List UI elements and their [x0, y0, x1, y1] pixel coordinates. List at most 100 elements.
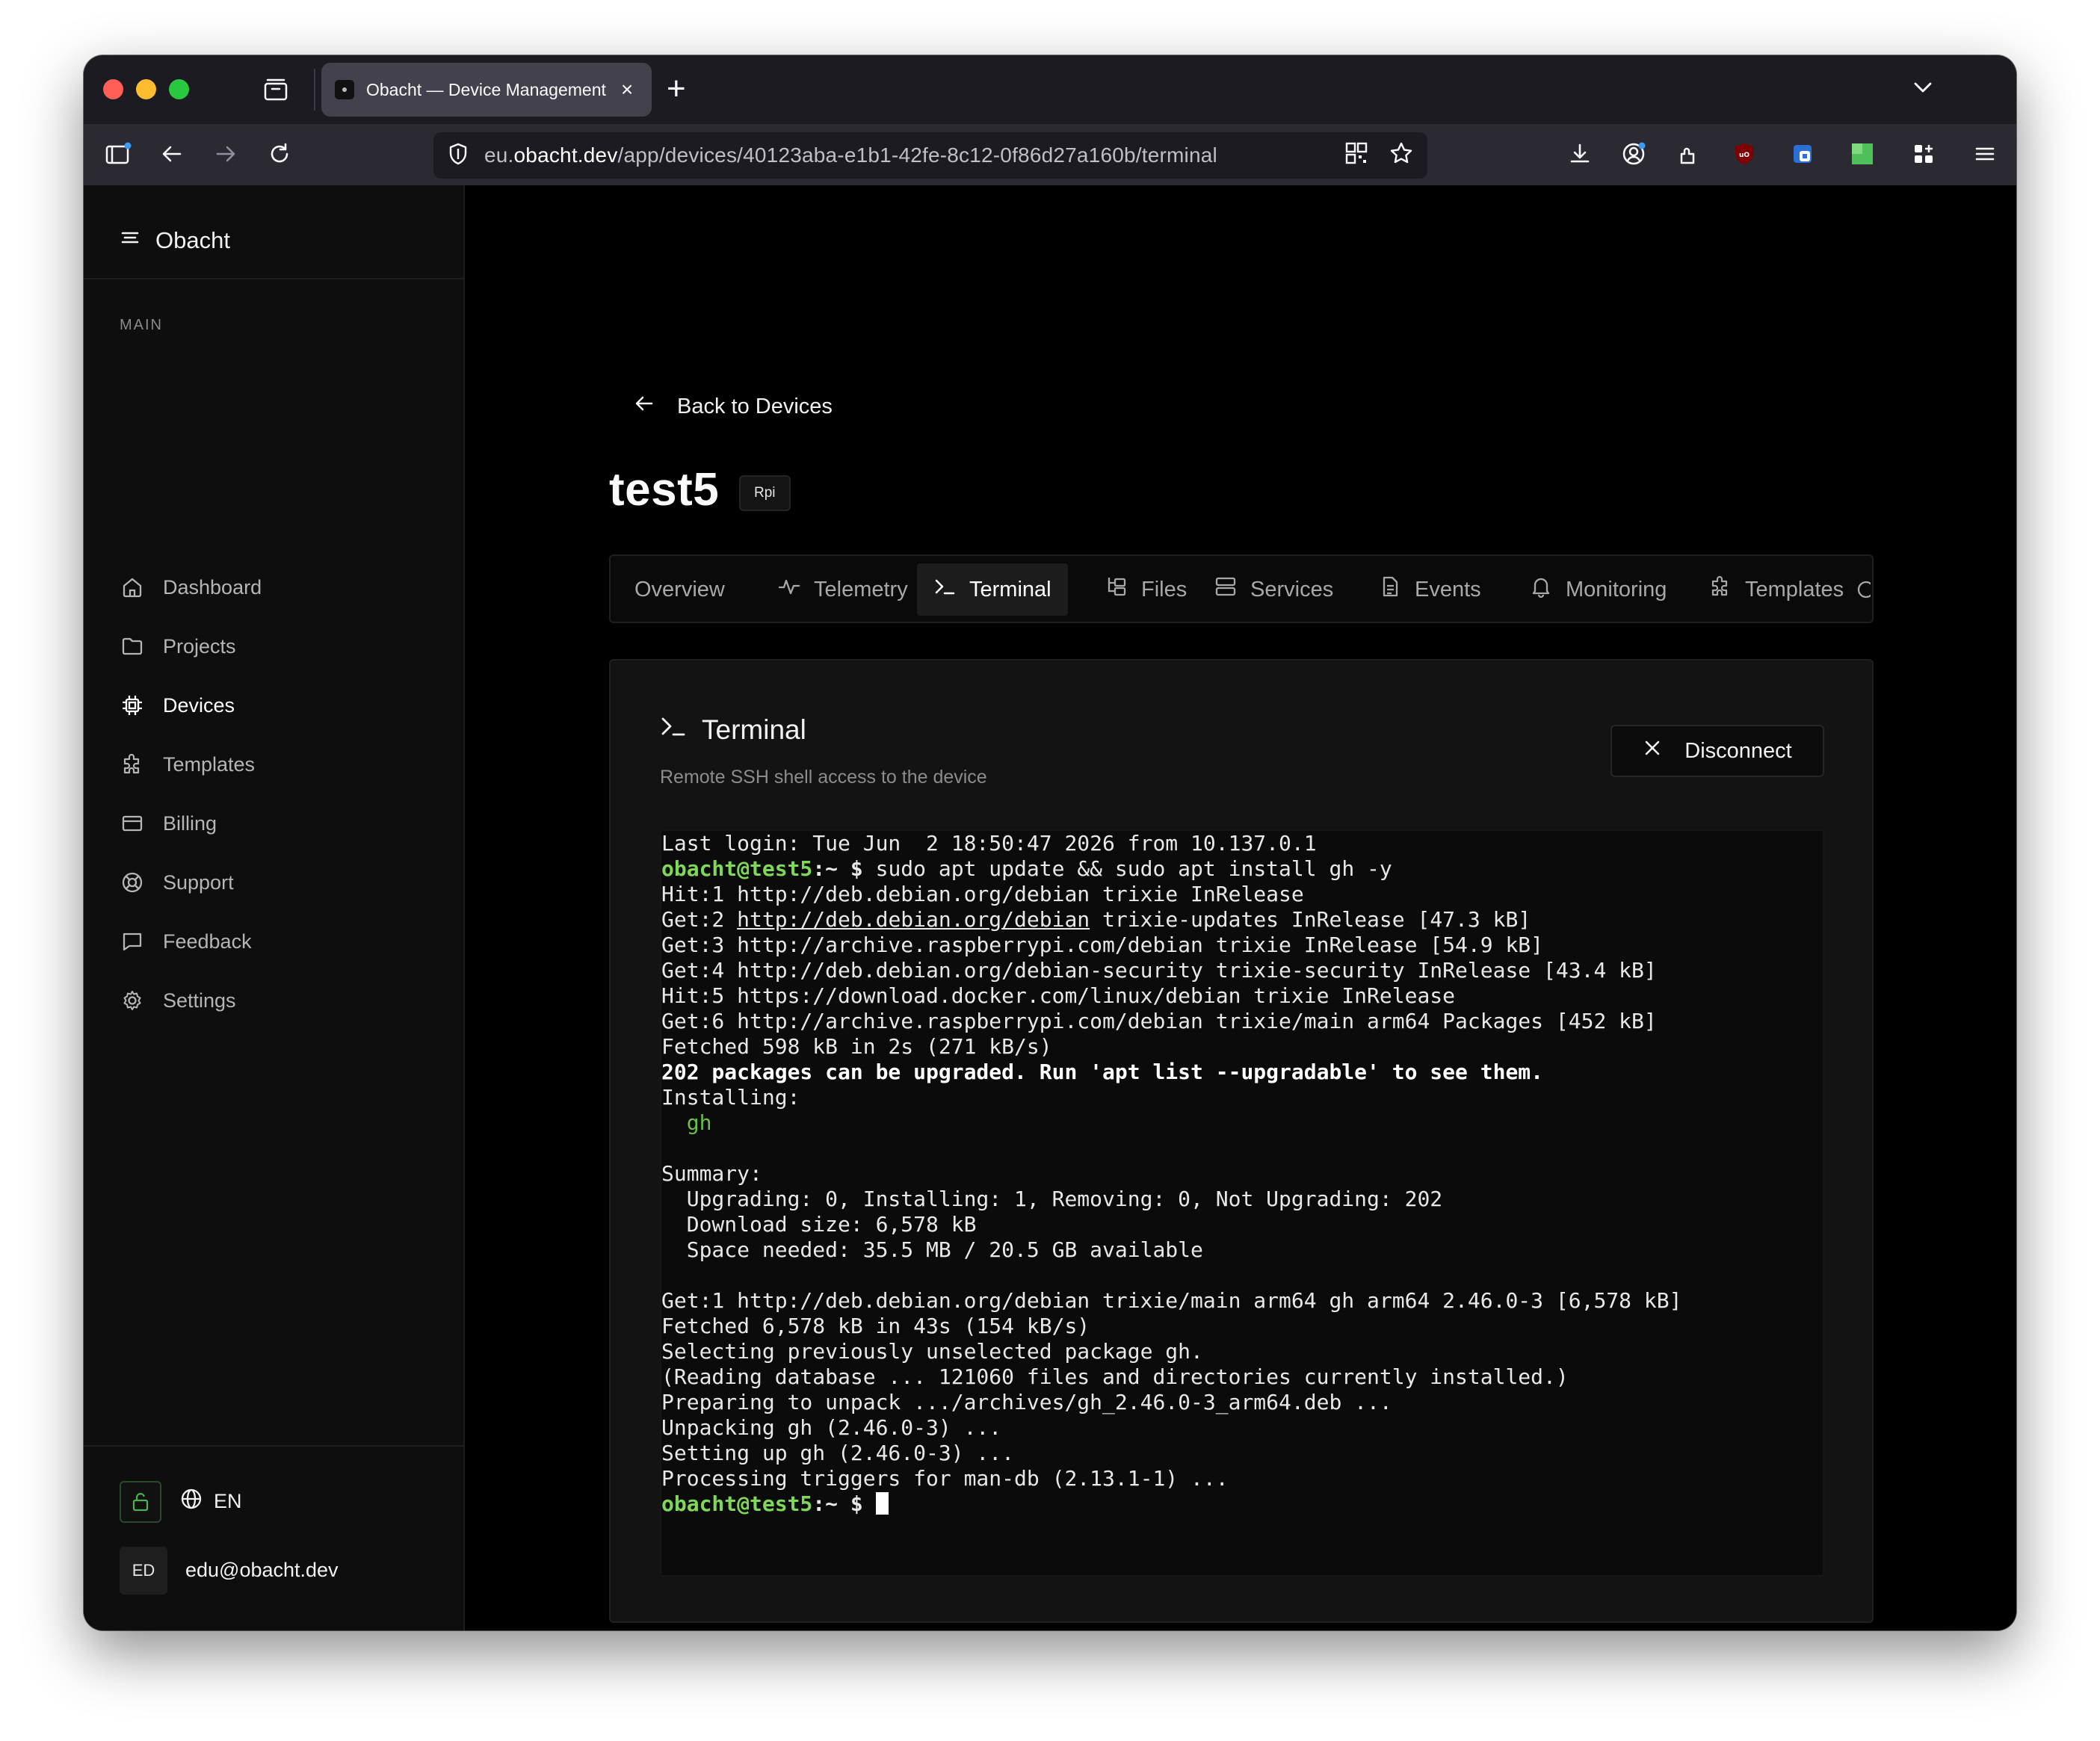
folder-tree-icon — [1105, 575, 1128, 604]
apps-grid-icon[interactable] — [1909, 139, 1939, 169]
close-tab-icon[interactable]: × — [616, 78, 638, 102]
extensions-icon[interactable] — [1673, 139, 1702, 169]
back-arrow-icon[interactable] — [157, 139, 187, 169]
zoom-window-button[interactable] — [169, 79, 189, 99]
svg-text:uO: uO — [1739, 152, 1750, 159]
qr-code-icon[interactable] — [1344, 140, 1369, 170]
terminal-icon — [933, 575, 956, 604]
sidebar-item-settings[interactable]: Settings — [120, 978, 433, 1023]
back-to-devices-link[interactable]: Back to Devices — [634, 393, 833, 420]
url-path: /app/devices/40123aba-e1b1-42fe-8c12-0f8… — [617, 143, 1217, 167]
puzzle-icon — [1709, 575, 1732, 604]
hamburger-menu-icon[interactable] — [1970, 139, 2000, 169]
reload-icon[interactable] — [265, 139, 294, 169]
close-window-button[interactable] — [103, 79, 123, 99]
terminal-line: Installing: — [661, 1085, 800, 1110]
server-icon — [1214, 575, 1237, 604]
prompt-suffix: :~ $ — [812, 1491, 876, 1516]
tab-events[interactable]: Events — [1362, 563, 1498, 616]
terminal-line: Preparing to unpack .../archives/gh_2.46… — [661, 1390, 1392, 1414]
terminal-line: Get:3 http://archive.raspberrypi.com/deb… — [661, 933, 1544, 957]
minimize-window-button[interactable] — [136, 79, 156, 99]
sidebar-item-projects[interactable]: Projects — [120, 624, 433, 669]
browser-nav-bar: eu.obacht.dev/app/devices/40123aba-e1b1-… — [84, 124, 2016, 185]
terminal-line: Upgrading: 0, Installing: 1, Removing: 0… — [661, 1187, 1443, 1211]
disconnect-button[interactable]: Disconnect — [1610, 725, 1824, 777]
chip-icon — [120, 693, 145, 718]
brand-name: Obacht — [155, 227, 230, 253]
section-label-main: MAIN — [120, 317, 163, 333]
terminal-line: Download size: 6,578 kB — [661, 1212, 977, 1237]
ublock-icon[interactable]: uO — [1729, 139, 1759, 169]
sidebar-item-dashboard[interactable]: Dashboard — [120, 565, 433, 610]
browser-tab-active[interactable]: Obacht — Device Management × — [321, 63, 652, 117]
tab-files[interactable]: Files — [1089, 563, 1203, 616]
sidebar-item-label: Devices — [163, 693, 235, 717]
terminal-line: Last login: Tue Jun 2 18:50:47 2026 from… — [661, 831, 1317, 856]
privacy-badger-icon[interactable] — [1788, 139, 1818, 169]
tab-groups-icon[interactable] — [263, 78, 288, 102]
sidebar-item-label: Feedback — [163, 930, 252, 953]
sidebar-item-support[interactable]: Support — [120, 860, 433, 905]
bookmark-star-icon[interactable] — [1389, 140, 1414, 170]
terminal-line: Get:4 http://deb.debian.org/debian-secur… — [661, 958, 1657, 983]
app-root: Obacht MAIN Dashboard Projects Devices T… — [84, 185, 2016, 1630]
prompt-user: obacht@test5 — [661, 1491, 813, 1516]
forward-arrow-icon[interactable] — [211, 139, 241, 169]
url-bar[interactable]: eu.obacht.dev/app/devices/40123aba-e1b1-… — [433, 132, 1427, 179]
prompt-user: obacht@test5 — [661, 856, 813, 881]
terminal-line: 202 packages can be upgraded. Run 'apt l… — [661, 1060, 1544, 1084]
sidebar-item-label: Support — [163, 870, 234, 894]
sidebar-toggle-icon[interactable] — [103, 139, 133, 169]
tab-label: Events — [1415, 577, 1481, 602]
download-icon[interactable] — [1565, 139, 1595, 169]
tab-services[interactable]: Services — [1198, 563, 1350, 616]
tab-label: Monitoring — [1566, 577, 1667, 602]
terminal-line: Get:2 http://deb.debian.org/debian trixi… — [661, 907, 1531, 933]
disconnect-label: Disconnect — [1684, 738, 1792, 763]
credit-card-icon — [120, 811, 145, 836]
tab-label: Telemetry — [814, 577, 908, 602]
gear-icon — [120, 988, 145, 1013]
sidebar-item-label: Dashboard — [163, 575, 262, 599]
lifebuoy-icon — [120, 870, 145, 895]
sidebar-item-templates[interactable]: Templates — [120, 742, 433, 787]
terminal-line: Get:1 http://deb.debian.org/debian trixi… — [661, 1288, 1682, 1313]
tab-label: Services — [1250, 577, 1334, 602]
panel-title-text: Terminal — [702, 714, 806, 745]
sidebar-item-devices[interactable]: Devices — [120, 683, 433, 728]
shield-icon[interactable] — [447, 142, 469, 170]
terminal-line: Space needed: 35.5 MB / 20.5 GB availabl… — [661, 1237, 1203, 1262]
terminal-link[interactable]: http://deb.debian.org/debian — [737, 907, 1090, 932]
user-email[interactable]: edu@obacht.dev — [185, 1559, 339, 1582]
device-type-badge: Rpi — [739, 475, 791, 511]
tab-overflow-icon[interactable] — [1856, 563, 1871, 616]
lock-toggle-button[interactable] — [120, 1481, 161, 1523]
tab-telemetry[interactable]: Telemetry — [762, 563, 924, 616]
terminal-line: Unpacking gh (2.46.0-3) ... — [661, 1415, 1002, 1440]
panel-subtitle: Remote SSH shell access to the device — [660, 767, 987, 788]
tab-templates[interactable]: Templates — [1693, 563, 1860, 616]
new-tab-button[interactable]: + — [667, 70, 686, 108]
language-selector[interactable]: EN — [179, 1487, 242, 1516]
browser-tab-bar: Obacht — Device Management × + — [84, 55, 2016, 124]
sidebar-item-label: Settings — [163, 989, 236, 1012]
sidebar-item-feedback[interactable]: Feedback — [120, 919, 433, 964]
sidebar-item-billing[interactable]: Billing — [120, 801, 433, 846]
terminal-line: Hit:1 http://deb.debian.org/debian trixi… — [661, 882, 1304, 906]
menu-icon[interactable] — [120, 227, 140, 254]
chevron-down-icon[interactable] — [1912, 76, 1934, 99]
tab-monitoring[interactable]: Monitoring — [1513, 563, 1683, 616]
activity-icon — [778, 575, 800, 604]
green-extension-icon[interactable] — [1847, 139, 1877, 169]
account-icon[interactable] — [1619, 139, 1649, 169]
close-icon — [1643, 738, 1662, 764]
terminal-output[interactable]: Last login: Tue Jun 2 18:50:47 2026 from… — [660, 829, 1824, 1577]
tab-overview[interactable]: Overview — [618, 563, 741, 616]
terminal-line: Fetched 598 kB in 2s (271 kB/s) — [661, 1034, 1052, 1059]
tab-terminal[interactable]: Terminal — [917, 563, 1068, 616]
document-icon — [1379, 575, 1401, 604]
brand[interactable]: Obacht — [120, 227, 230, 254]
avatar[interactable]: ED — [120, 1547, 167, 1595]
terminal-prompt-line: obacht@test5:~ $ — [661, 1491, 889, 1517]
